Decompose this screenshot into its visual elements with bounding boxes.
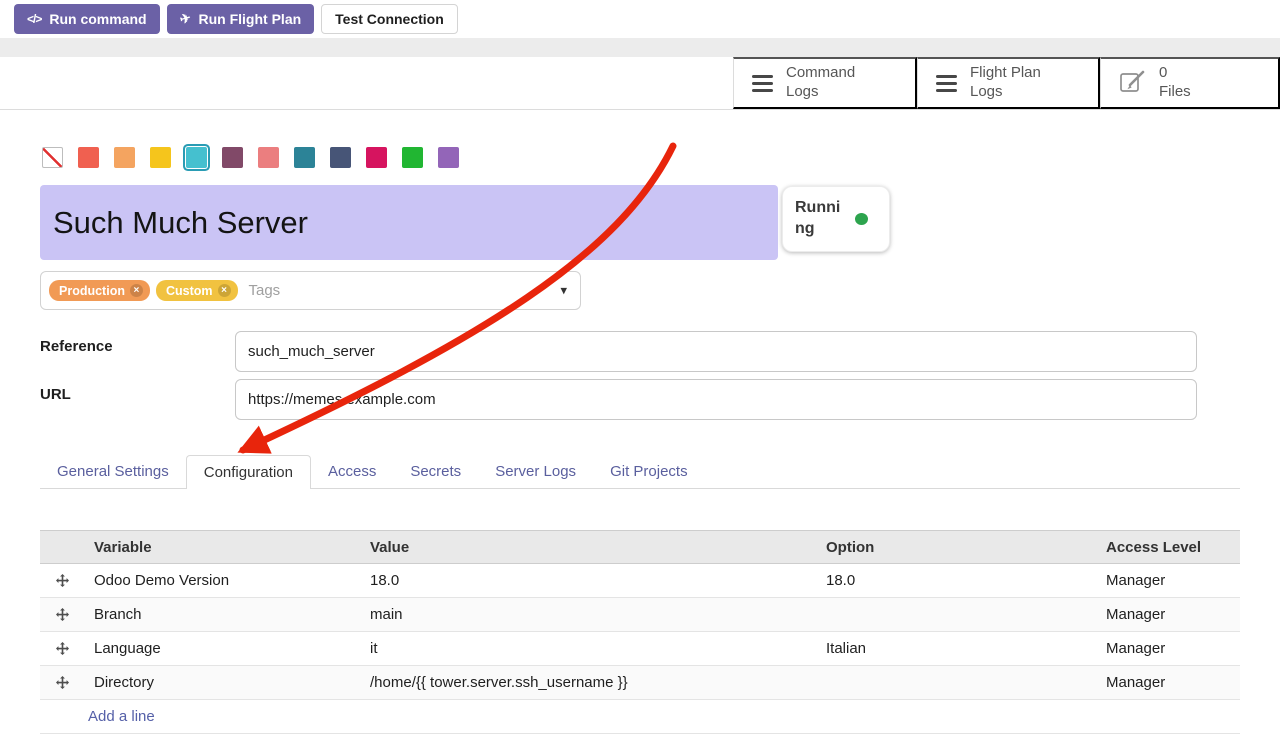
tab-general-settings[interactable]: General Settings (40, 455, 186, 488)
cell-variable[interactable]: Language (84, 640, 360, 657)
command-logs-button[interactable]: Command Logs (733, 57, 917, 109)
command-logs-label: Command Logs (786, 64, 866, 102)
tag-production[interactable]: Production × (49, 280, 150, 301)
color-swatch[interactable] (42, 147, 63, 168)
stat-button-box: Command Logs Flight Plan Logs 0 Files (733, 57, 1280, 109)
tab-configuration[interactable]: Configuration (186, 455, 311, 489)
color-swatch[interactable] (222, 147, 243, 168)
header-band: Command Logs Flight Plan Logs 0 Files (0, 57, 1280, 110)
tab-access[interactable]: Access (311, 455, 393, 488)
remove-tag-icon[interactable]: × (130, 284, 143, 297)
list-icon (936, 75, 957, 92)
color-swatch[interactable] (78, 147, 99, 168)
cell-access-level[interactable]: Manager (1096, 674, 1240, 691)
table-row[interactable]: Language it Italian Manager (40, 632, 1240, 666)
tab-secrets[interactable]: Secrets (393, 455, 478, 488)
color-swatch[interactable] (114, 147, 135, 168)
table-row[interactable]: Odoo Demo Version 18.0 18.0 Manager (40, 564, 1240, 598)
list-icon (752, 75, 773, 92)
tab-git-projects[interactable]: Git Projects (593, 455, 705, 488)
files-button[interactable]: 0 Files (1100, 57, 1280, 109)
color-swatch[interactable] (330, 147, 351, 168)
flight-plan-logs-label: Flight Plan Logs (970, 64, 1050, 102)
tag-label: Custom (166, 284, 213, 298)
files-label: Files (1159, 83, 1191, 102)
separator-strip (0, 38, 1280, 57)
color-swatch[interactable] (366, 147, 387, 168)
color-swatch[interactable] (258, 147, 279, 168)
url-label: URL (40, 386, 71, 403)
table-row[interactable]: Branch main Manager (40, 598, 1240, 632)
cell-option[interactable]: Italian (816, 640, 1096, 657)
header-option: Option (816, 539, 1096, 556)
header-variable: Variable (84, 539, 360, 556)
cell-value[interactable]: 18.0 (360, 572, 816, 589)
plane-icon: ✈ (178, 10, 193, 28)
code-icon: </> (27, 12, 41, 26)
cell-access-level[interactable]: Manager (1096, 572, 1240, 589)
drag-handle-icon[interactable] (40, 642, 84, 655)
table-row[interactable]: Directory /home/{{ tower.server.ssh_user… (40, 666, 1240, 700)
test-connection-button[interactable]: Test Connection (321, 4, 458, 34)
drag-handle-icon[interactable] (40, 574, 84, 587)
tags-placeholder: Tags (249, 282, 281, 299)
color-palette (42, 147, 459, 168)
remove-tag-icon[interactable]: × (218, 284, 231, 297)
table-header: Variable Value Option Access Level (40, 530, 1240, 564)
test-connection-label: Test Connection (335, 11, 444, 27)
cell-variable[interactable]: Directory (84, 674, 360, 691)
cell-variable[interactable]: Branch (84, 606, 360, 623)
tag-label: Production (59, 284, 125, 298)
color-swatch[interactable] (294, 147, 315, 168)
tag-custom[interactable]: Custom × (156, 280, 238, 301)
server-name-input[interactable] (40, 185, 778, 260)
header-value: Value (360, 539, 816, 556)
color-swatch[interactable] (186, 147, 207, 168)
header-access-level: Access Level (1096, 539, 1240, 556)
status-dot-icon (855, 213, 868, 225)
run-flight-plan-label: Run Flight Plan (199, 11, 302, 27)
status-label: Running (795, 198, 845, 240)
drag-handle-icon[interactable] (40, 676, 84, 689)
control-panel: </> Run command ✈ Run Flight Plan Test C… (0, 0, 1280, 38)
color-swatch[interactable] (438, 147, 459, 168)
flight-plan-logs-button[interactable]: Flight Plan Logs (917, 57, 1100, 109)
cell-value[interactable]: it (360, 640, 816, 657)
cell-access-level[interactable]: Manager (1096, 640, 1240, 657)
reference-input[interactable] (235, 331, 1197, 372)
run-flight-plan-button[interactable]: ✈ Run Flight Plan (167, 4, 315, 34)
configuration-table: Variable Value Option Access Level Odoo … (40, 530, 1240, 734)
tab-server-logs[interactable]: Server Logs (478, 455, 593, 488)
tags-field[interactable]: Production × Custom × Tags ▾ (40, 271, 581, 310)
status-indicator[interactable]: Running (782, 186, 890, 252)
url-input[interactable] (235, 379, 1197, 420)
cell-value[interactable]: /home/{{ tower.server.ssh_username }} (360, 674, 816, 691)
run-command-button[interactable]: </> Run command (14, 4, 160, 34)
cell-variable[interactable]: Odoo Demo Version (84, 572, 360, 589)
color-swatch[interactable] (150, 147, 171, 168)
edit-icon (1119, 69, 1146, 97)
cell-access-level[interactable]: Manager (1096, 606, 1240, 623)
add-line-link[interactable]: Add a line (40, 700, 1240, 734)
reference-label: Reference (40, 338, 113, 355)
notebook-tabs: General Settings Configuration Access Se… (40, 455, 1240, 489)
run-command-label: Run command (49, 11, 146, 27)
cell-option[interactable]: 18.0 (816, 572, 1096, 589)
cell-value[interactable]: main (360, 606, 816, 623)
files-count: 0 (1159, 64, 1167, 83)
caret-down-icon[interactable]: ▾ (560, 282, 567, 298)
drag-handle-icon[interactable] (40, 608, 84, 621)
color-swatch[interactable] (402, 147, 423, 168)
